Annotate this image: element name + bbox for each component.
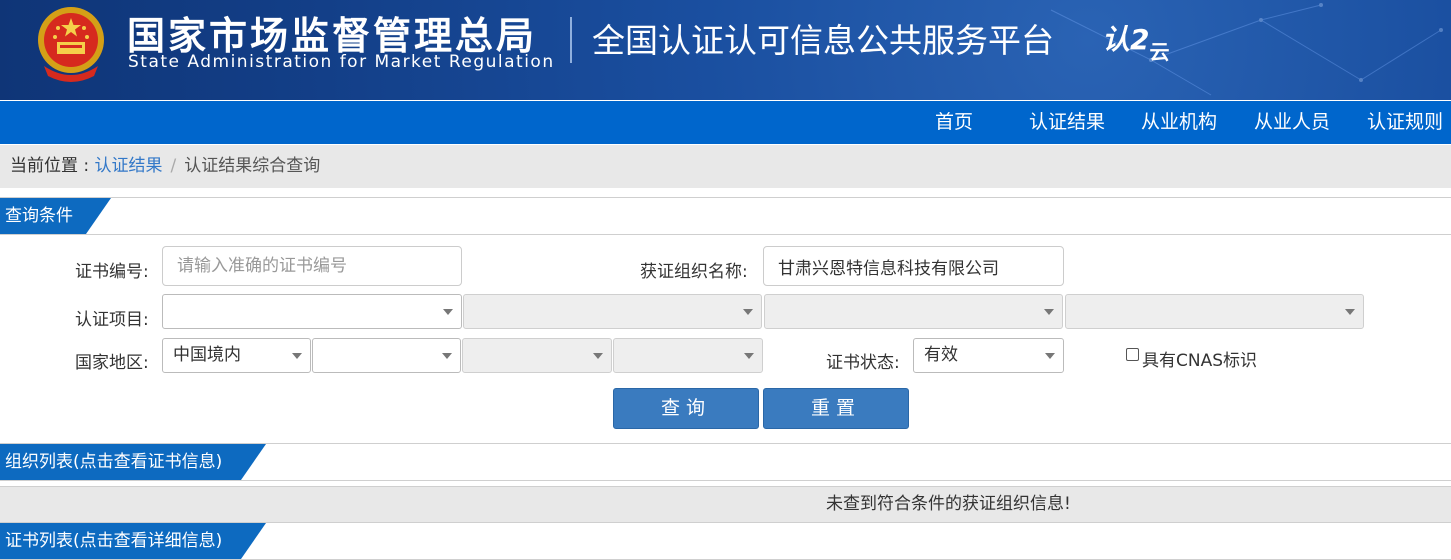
region-select-4 <box>613 338 763 373</box>
network-background-pattern <box>1050 3 1443 96</box>
nav-item-institutions[interactable]: 从业机构 <box>1141 101 1217 144</box>
chevron-down-icon <box>593 353 603 359</box>
region-label: 国家地区: <box>75 353 149 373</box>
status-label: 证书状态: <box>826 353 900 373</box>
chevron-down-icon <box>743 309 753 315</box>
project-select-2 <box>463 294 762 329</box>
section-tab-corner <box>86 198 111 234</box>
project-label: 认证项目: <box>75 310 149 330</box>
status-select-value: 有效 <box>924 345 958 365</box>
nav-item-home[interactable]: 首页 <box>935 101 973 144</box>
region-select-3 <box>462 338 612 373</box>
breadcrumb-link-cert-results[interactable]: 认证结果 <box>95 156 163 176</box>
reset-button[interactable]: 重置 <box>763 388 909 429</box>
nav-item-personnel[interactable]: 从业人员 <box>1254 101 1330 144</box>
section-tab-query: 查询条件 <box>0 198 86 234</box>
section-tab-corner <box>241 444 266 480</box>
cert-no-label: 证书编号: <box>75 262 149 282</box>
region-select-1[interactable]: 中国境内 <box>162 338 311 373</box>
project-select-4 <box>1065 294 1364 329</box>
national-emblem-icon <box>38 7 104 82</box>
cnas-checkbox-label: 具有CNAS标识 <box>1142 351 1258 371</box>
section-header-org-list: 组织列表(点击查看证书信息) <box>0 443 1451 481</box>
section-header-query: 查询条件 <box>0 197 1451 235</box>
project-select-1[interactable] <box>162 294 462 329</box>
cert-no-input[interactable] <box>162 246 462 286</box>
renzheng-cloud-logo: 认2云 <box>1102 18 1170 64</box>
chevron-down-icon <box>1045 353 1055 359</box>
nav-item-cert-results[interactable]: 认证结果 <box>1029 101 1105 144</box>
agency-english-name: State Administration for Market Regulati… <box>128 52 555 72</box>
chevron-down-icon <box>292 353 302 359</box>
cnas-checkbox[interactable] <box>1126 348 1139 361</box>
org-name-input[interactable] <box>763 246 1064 286</box>
org-name-label: 获证组织名称: <box>640 262 748 282</box>
breadcrumb-current: 认证结果综合查询 <box>184 156 321 176</box>
section-tab-cert-list: 证书列表(点击查看详细信息) <box>0 523 241 559</box>
main-nav: 首页 认证结果 从业机构 从业人员 认证规则 <box>0 101 1451 144</box>
status-select[interactable]: 有效 <box>913 338 1064 373</box>
logo-main-char: 认 <box>1102 23 1131 56</box>
section-tab-corner <box>241 523 266 559</box>
breadcrumb: 当前位置 : 认证结果 / 认证结果综合查询 <box>0 145 1451 188</box>
header-divider <box>570 17 572 63</box>
query-button[interactable]: 查询 <box>613 388 759 429</box>
section-tab-org-list: 组织列表(点击查看证书信息) <box>0 444 241 480</box>
empty-message: 未查到符合条件的获证组织信息! <box>826 494 1071 514</box>
section-header-cert-list: 证书列表(点击查看详细信息) <box>0 522 1451 560</box>
logo-swirl: 2 <box>1130 23 1150 56</box>
nav-item-cert-rules[interactable]: 认证规则 <box>1367 101 1443 144</box>
region-select-1-value: 中国境内 <box>173 345 241 365</box>
chevron-down-icon <box>1345 309 1355 315</box>
logo-small-char: 云 <box>1149 40 1170 64</box>
platform-title: 全国认证认可信息公共服务平台 <box>592 21 1054 60</box>
chevron-down-icon <box>443 309 453 315</box>
project-select-3 <box>764 294 1063 329</box>
breadcrumb-separator: / <box>170 156 177 176</box>
site-header: 国家市场监督管理总局 State Administration for Mark… <box>0 0 1451 100</box>
chevron-down-icon <box>1044 309 1054 315</box>
org-list-empty-row: 未查到符合条件的获证组织信息! <box>0 486 1451 524</box>
chevron-down-icon <box>744 353 754 359</box>
region-select-2[interactable] <box>312 338 461 373</box>
breadcrumb-prefix: 当前位置 : <box>10 156 95 176</box>
chevron-down-icon <box>442 353 452 359</box>
